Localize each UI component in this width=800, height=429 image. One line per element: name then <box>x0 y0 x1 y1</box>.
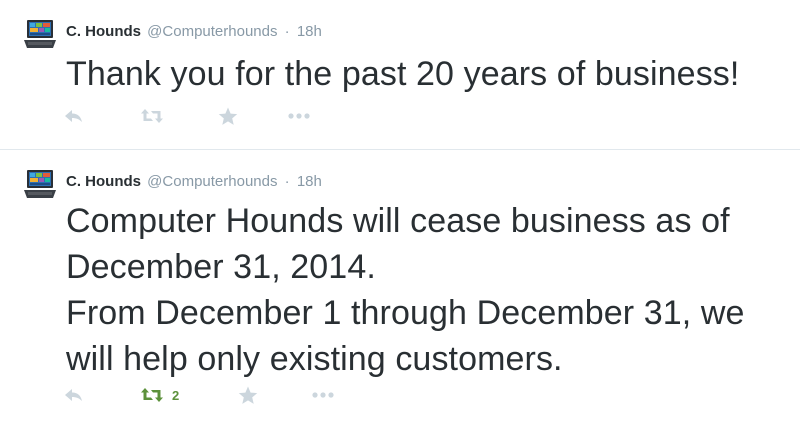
laptop-avatar-icon <box>22 16 58 52</box>
more-icon <box>288 113 310 119</box>
retweet-button[interactable]: 2 <box>140 384 179 406</box>
favorite-icon <box>218 107 238 125</box>
tweet-text-line: From December 1 through December 31, we <box>66 294 745 332</box>
avatar[interactable] <box>22 166 58 202</box>
tweet-text: Computer Hounds will cease business as o… <box>66 198 780 382</box>
tweet[interactable]: C. Hounds @Computerhounds · 18h Computer… <box>0 150 800 429</box>
reply-button[interactable] <box>64 384 84 406</box>
screenname[interactable]: @Computerhounds <box>147 23 277 40</box>
retweet-count[interactable]: 2 <box>172 388 179 403</box>
tweet-text-line: December 31, 2014. <box>66 248 376 286</box>
tweet-text-line: will help only existing customers. <box>66 340 563 378</box>
retweet-button[interactable] <box>140 105 164 127</box>
retweet-icon <box>141 388 163 402</box>
timeline: C. Hounds @Computerhounds · 18h Thank yo… <box>0 0 800 429</box>
more-button[interactable] <box>288 105 310 127</box>
reply-button[interactable] <box>64 105 84 127</box>
timestamp[interactable]: 18h <box>297 23 322 40</box>
tweet-header: C. Hounds @Computerhounds · 18h <box>66 172 322 192</box>
tweet-text-line: Thank you for the past 20 years of busin… <box>66 55 740 93</box>
screenname[interactable]: @Computerhounds <box>147 173 277 190</box>
fullname[interactable]: C. Hounds <box>66 23 141 40</box>
tweet[interactable]: C. Hounds @Computerhounds · 18h Thank yo… <box>0 0 800 150</box>
separator-dot: · <box>284 23 290 40</box>
tweet-header: C. Hounds @Computerhounds · 18h <box>66 22 322 42</box>
favorite-button[interactable] <box>218 105 238 127</box>
favorite-icon <box>238 386 258 404</box>
avatar[interactable] <box>22 16 58 52</box>
separator-dot: · <box>284 173 290 190</box>
tweet-text-line: Computer Hounds will cease business as o… <box>66 202 730 240</box>
more-icon <box>312 392 334 398</box>
reply-icon <box>65 389 82 401</box>
laptop-avatar-icon <box>22 166 58 202</box>
retweet-icon <box>141 109 163 123</box>
more-button[interactable] <box>312 384 334 406</box>
timestamp[interactable]: 18h <box>297 173 322 190</box>
favorite-button[interactable] <box>238 384 258 406</box>
fullname[interactable]: C. Hounds <box>66 173 141 190</box>
reply-icon <box>65 110 82 122</box>
tweet-text: Thank you for the past 20 years of busin… <box>66 51 780 97</box>
